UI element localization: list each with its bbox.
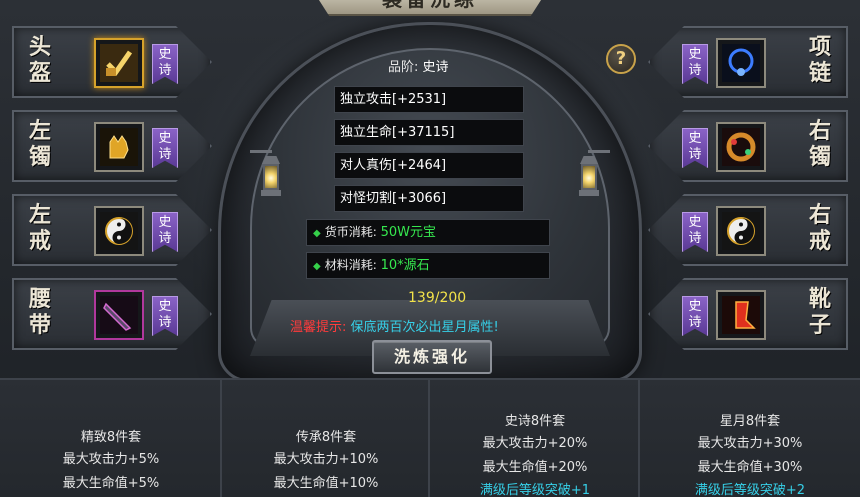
slot-name: 左镯	[28, 118, 51, 170]
lantern-bracket-left	[250, 150, 272, 153]
attribute-row: 独立生命[+37115]	[334, 119, 524, 146]
set-bonus-epic: 史诗8件套 最大攻击力+20% 最大生命值+20% 满级后等级突破+1	[430, 378, 640, 497]
set-bonus-line: 满级后等级突破+1	[479, 483, 591, 497]
slot-right-bracelet[interactable]: 右镯 史诗	[636, 106, 848, 186]
slot-boots[interactable]: 靴子 史诗	[636, 274, 848, 354]
attribute-row: 独立攻击[+2531]	[334, 86, 524, 113]
set-line: 最大攻击力+5%	[62, 452, 160, 467]
ring-icon[interactable]	[716, 206, 766, 256]
set-line: 最大生命值+10%	[273, 476, 379, 491]
refine-progress: 139/200	[408, 290, 467, 306]
slot-right-ring[interactable]: 右戒 史诗	[636, 190, 848, 270]
bracelet-icon[interactable]	[716, 122, 766, 172]
ring-icon[interactable]	[94, 206, 144, 256]
set-title: 传承8件套	[295, 430, 357, 445]
slot-name: 项链	[808, 34, 831, 86]
set-bonus-legacy: 传承8件套 最大攻击力+10% 最大生命值+10%	[222, 378, 430, 497]
set-line: 最大攻击力+10%	[273, 452, 379, 467]
currency-cost-row: ◆ 货币消耗: 50W元宝	[306, 219, 550, 246]
diamond-bullet-icon: ◆	[313, 228, 321, 239]
equipment-refine-window: 装备洗练 头盔 史诗 左镯 史诗 左戒 史诗 腰带 史诗 项	[0, 0, 860, 497]
set-line: 最大生命值+5%	[62, 476, 160, 491]
material-cost-row: ◆ 材料消耗: 10*源石	[306, 252, 550, 279]
grade-value: 史诗	[422, 60, 449, 75]
set-line: 最大生命值+30%	[697, 460, 803, 475]
currency-cost-label: 货币消耗:	[324, 225, 377, 239]
helmet-icon[interactable]	[94, 38, 144, 88]
currency-cost-value: 50W元宝	[380, 225, 436, 240]
title-banner: 装备洗练	[310, 0, 550, 16]
lantern-bracket-right	[588, 150, 610, 153]
slot-name: 头盔	[28, 34, 51, 86]
window-title: 装备洗练	[382, 0, 478, 12]
set-line: 最大生命值+20%	[482, 460, 588, 475]
set-line: 最大攻击力+30%	[697, 436, 803, 451]
slot-left-ring[interactable]: 左戒 史诗	[12, 190, 224, 270]
tip-text: 温馨提示: 保底两百次必出星月属性!	[290, 316, 499, 335]
tip-label: 温馨提示:	[290, 320, 347, 335]
necklace-icon[interactable]	[716, 38, 766, 88]
set-bonus-line: 满级后等级突破+2	[694, 483, 806, 497]
lantern-left-icon	[258, 156, 284, 202]
set-bonus-refined: 精致8件套 最大攻击力+5% 最大生命值+5%	[0, 378, 222, 497]
belt-icon[interactable]	[94, 290, 144, 340]
slot-name: 右戒	[808, 202, 831, 254]
attribute-row: 对怪切割[+3066]	[334, 185, 524, 212]
set-bonus-starmoon: 星月8件套 最大攻击力+30% 最大生命值+30% 满级后等级突破+2	[640, 378, 860, 497]
slot-helmet[interactable]: 头盔 史诗	[12, 22, 224, 102]
grade-row: 品阶: 史诗	[388, 56, 449, 75]
attribute-row: 对人真伤[+2464]	[334, 152, 524, 179]
diamond-bullet-icon: ◆	[313, 261, 321, 272]
tip-message: 保底两百次必出星月属性!	[350, 320, 499, 335]
material-cost-value: 10*源石	[380, 258, 430, 273]
help-icon[interactable]: ?	[606, 44, 636, 74]
slot-necklace[interactable]: 项链 史诗	[636, 22, 848, 102]
material-cost-label: 材料消耗:	[324, 258, 377, 272]
bracelet-icon[interactable]	[94, 122, 144, 172]
slot-belt[interactable]: 腰带 史诗	[12, 274, 224, 354]
boots-icon[interactable]	[716, 290, 766, 340]
set-title: 精致8件套	[80, 430, 142, 445]
slot-name: 腰带	[28, 286, 51, 338]
set-title: 星月8件套	[719, 414, 781, 429]
slot-name: 靴子	[808, 286, 831, 338]
slot-name: 右镯	[808, 118, 831, 170]
grade-label: 品阶:	[388, 60, 419, 75]
lantern-right-icon	[576, 156, 602, 202]
slot-left-bracelet[interactable]: 左镯 史诗	[12, 106, 224, 186]
slot-name: 左戒	[28, 202, 51, 254]
set-title: 史诗8件套	[504, 414, 566, 429]
set-line: 最大攻击力+20%	[482, 436, 588, 451]
refine-button[interactable]: 洗炼强化	[372, 340, 492, 374]
